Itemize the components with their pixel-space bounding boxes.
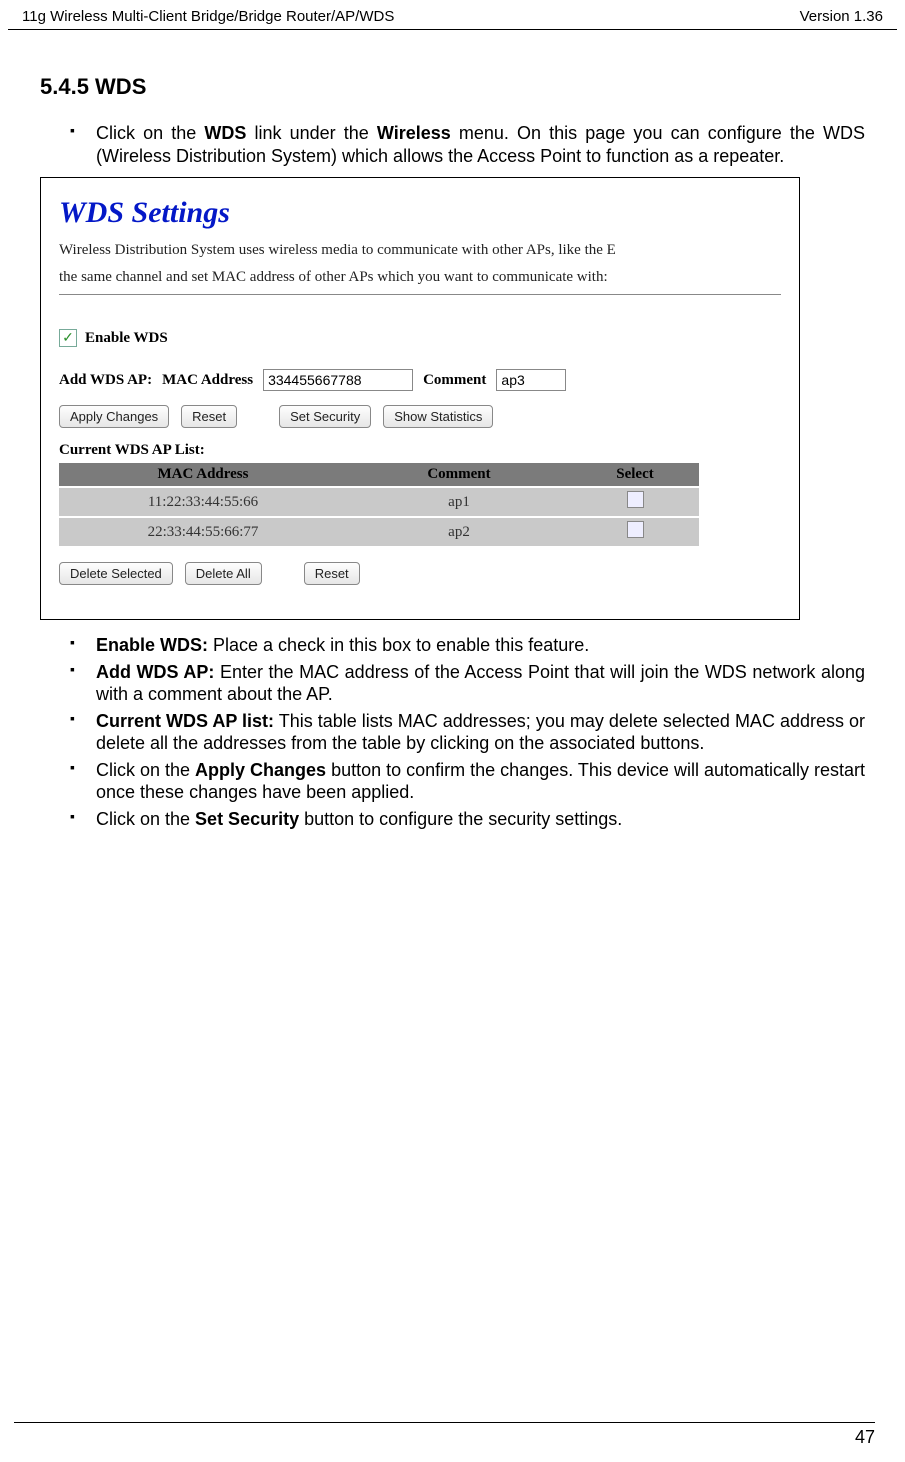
wds-title: WDS Settings <box>59 196 781 230</box>
page-header: 11g Wireless Multi-Client Bridge/Bridge … <box>8 0 897 30</box>
reset-button-2[interactable]: Reset <box>304 562 360 585</box>
comment-label: Comment <box>423 372 486 389</box>
cell-comment: ap1 <box>347 487 571 517</box>
cell-mac: 22:33:44:55:66:77 <box>59 517 347 546</box>
wds-desc-line1: Wireless Distribution System uses wirele… <box>59 240 781 261</box>
wds-ap-table: MAC Address Comment Select 11:22:33:44:5… <box>59 463 699 546</box>
add-wds-ap-label: Add WDS AP: <box>59 372 152 389</box>
delete-selected-button[interactable]: Delete Selected <box>59 562 173 585</box>
current-wds-list-title: Current WDS AP List: <box>59 442 781 459</box>
header-right: Version 1.36 <box>800 8 883 25</box>
reset-button[interactable]: Reset <box>181 405 237 428</box>
bullet-label: Apply Changes <box>195 760 326 780</box>
bullet-pre: Click on the <box>96 760 195 780</box>
cell-select <box>571 517 699 546</box>
intro-bullet: Click on the WDS link under the Wireless… <box>70 122 865 171</box>
bullet-set-security: Click on the Set Security button to conf… <box>70 808 865 835</box>
bullet-pre: Click on the <box>96 809 195 829</box>
bullet-add-wds-ap: Add WDS AP: Enter the MAC address of the… <box>70 661 865 710</box>
col-mac: MAC Address <box>59 463 347 487</box>
page-number: 47 <box>855 1427 875 1447</box>
header-left: 11g Wireless Multi-Client Bridge/Bridge … <box>22 8 394 25</box>
delete-all-button[interactable]: Delete All <box>185 562 262 585</box>
intro-prefix: Click on the <box>96 123 204 143</box>
bullet-label: Enable WDS: <box>96 635 208 655</box>
bullet-enable-wds: Enable WDS: Place a check in this box to… <box>70 634 865 661</box>
row-select-checkbox[interactable] <box>627 491 644 508</box>
bullet-current-wds-list: Current WDS AP list: This table lists MA… <box>70 710 865 759</box>
enable-wds-checkbox[interactable]: ✓ <box>59 329 77 347</box>
bullet-text: button to configure the security setting… <box>299 809 622 829</box>
wds-settings-screenshot: WDS Settings Wireless Distribution Syste… <box>40 177 800 620</box>
show-statistics-button[interactable]: Show Statistics <box>383 405 493 428</box>
bullet-label: Set Security <box>195 809 299 829</box>
bullet-label: Current WDS AP list: <box>96 711 274 731</box>
table-row: 22:33:44:55:66:77 ap2 <box>59 517 699 546</box>
cell-select <box>571 487 699 517</box>
comment-input[interactable] <box>496 369 566 391</box>
mac-address-input[interactable] <box>263 369 413 391</box>
apply-changes-button[interactable]: Apply Changes <box>59 405 169 428</box>
page-footer: 47 <box>14 1422 875 1448</box>
col-comment: Comment <box>347 463 571 487</box>
table-row: 11:22:33:44:55:66 ap1 <box>59 487 699 517</box>
set-security-button[interactable]: Set Security <box>279 405 371 428</box>
intro-mid: link under the <box>246 123 377 143</box>
cell-comment: ap2 <box>347 517 571 546</box>
divider <box>59 294 781 295</box>
bullet-apply-changes: Click on the Apply Changes button to con… <box>70 759 865 808</box>
intro-wds: WDS <box>204 123 246 143</box>
section-heading: 5.4.5 WDS <box>40 74 865 100</box>
intro-wireless: Wireless <box>377 123 451 143</box>
table-header-row: MAC Address Comment Select <box>59 463 699 487</box>
col-select: Select <box>571 463 699 487</box>
mac-address-label: MAC Address <box>162 372 253 389</box>
row-select-checkbox[interactable] <box>627 521 644 538</box>
enable-wds-label: Enable WDS <box>85 330 168 347</box>
wds-desc-line2: the same channel and set MAC address of … <box>59 267 781 288</box>
cell-mac: 11:22:33:44:55:66 <box>59 487 347 517</box>
bullet-label: Add WDS AP: <box>96 662 214 682</box>
bullet-text: Place a check in this box to enable this… <box>208 635 589 655</box>
